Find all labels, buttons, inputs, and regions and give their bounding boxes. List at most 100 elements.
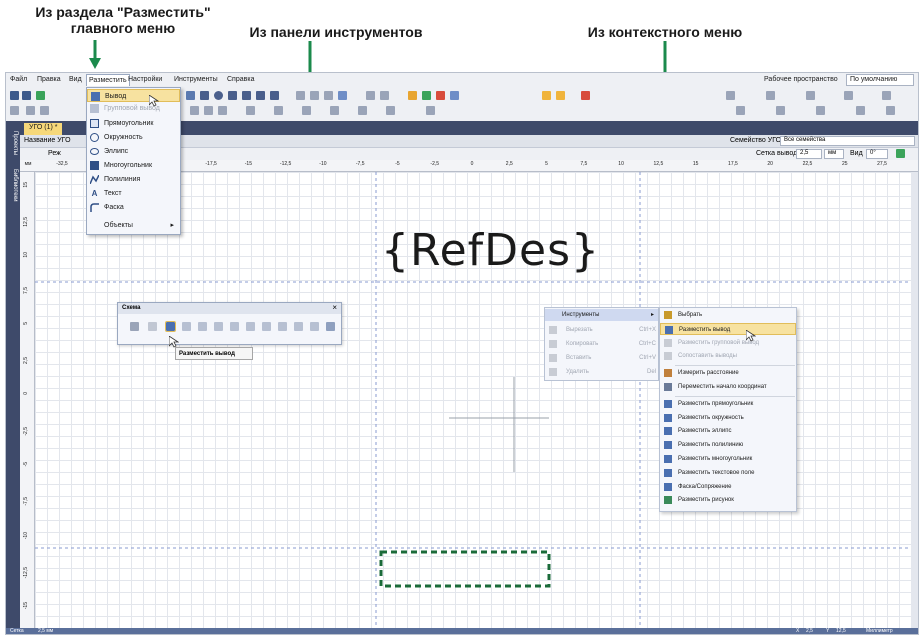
schema-select-icon[interactable] [148, 322, 157, 331]
check-icon[interactable] [36, 91, 45, 100]
tab-projects[interactable]: Проекты [8, 131, 18, 155]
menu-view[interactable]: Вид [69, 76, 82, 83]
arrange-icon[interactable] [246, 106, 255, 115]
tools-submenu-item[interactable]: Разместить групповой вывод [660, 337, 796, 349]
menu-help[interactable]: Справка [227, 76, 254, 83]
mode-label[interactable]: Реж [48, 150, 61, 157]
close-icon[interactable]: × [332, 303, 337, 312]
polyline-tool-icon[interactable] [256, 91, 265, 100]
polygon-tool-icon[interactable] [242, 91, 251, 100]
distribute-icon[interactable] [310, 91, 319, 100]
schema-polyline-icon[interactable] [294, 322, 303, 331]
place-group-pin-highlight-icon[interactable] [556, 91, 565, 100]
pin-grid-unit-select[interactable]: мм [824, 149, 844, 159]
tools-submenu-item[interactable]: Разместить рисунок [660, 494, 796, 506]
schema-match-pins-icon[interactable] [198, 322, 207, 331]
place-menu-item-pin[interactable]: Вывод [87, 89, 180, 102]
status-unit[interactable]: Миллиметр [866, 628, 893, 634]
tools-submenu-item[interactable]: Разместить вывод [660, 322, 796, 335]
schema-panel-title[interactable]: Схема [118, 303, 341, 314]
refresh-icon[interactable] [426, 106, 435, 115]
component-icon[interactable] [408, 91, 417, 100]
schema-origin-icon[interactable] [230, 322, 239, 331]
tab-ugo-document[interactable]: УГО (1) * [24, 123, 63, 135]
tab-libraries[interactable]: Библиотеки [8, 169, 18, 202]
tools-submenu-item[interactable]: Разместить окружность [660, 412, 796, 424]
save-icon[interactable] [22, 91, 31, 100]
measure-icon[interactable] [766, 91, 775, 100]
settings-icon[interactable] [776, 106, 785, 115]
undo-icon[interactable] [856, 106, 865, 115]
menu-tools[interactable]: Инструменты [174, 76, 218, 83]
workspace-select[interactable]: По умолчанию [846, 74, 914, 86]
tools-submenu-item[interactable]: Разместить прямоугольник [660, 398, 796, 410]
menu-file[interactable]: Файл [10, 76, 27, 83]
menu-settings[interactable]: Настройки [128, 76, 162, 83]
rotate-icon[interactable] [190, 106, 199, 115]
copy-icon[interactable] [26, 106, 35, 115]
cut-icon[interactable] [10, 106, 19, 115]
delete-icon[interactable] [581, 91, 590, 100]
tools-submenu-item[interactable]: Разместить многоугольник [660, 453, 796, 465]
refdes-text[interactable]: {RefDes} [381, 225, 600, 276]
find-icon[interactable] [844, 91, 853, 100]
context-item-copy[interactable]: Копировать Ctrl+C [549, 338, 656, 350]
align-icon[interactable] [296, 91, 305, 100]
properties-icon[interactable] [330, 106, 339, 115]
flip-icon[interactable] [218, 106, 227, 115]
schema-measure-icon[interactable] [214, 322, 223, 331]
tools-submenu-item[interactable]: Выбрать [660, 309, 796, 321]
menu-place[interactable]: Разместить [86, 74, 130, 86]
place-menu-item-text[interactable]: A Текст [87, 187, 180, 200]
ugo-family-select[interactable]: Все семейства [780, 136, 915, 146]
angle-select[interactable]: 0° [866, 149, 888, 159]
lock-icon[interactable] [302, 106, 311, 115]
schema-image-icon[interactable] [326, 322, 335, 331]
context-item-tools[interactable]: Инструменты ▸ [545, 309, 658, 321]
place-menu-item-chamfer[interactable]: Фаска [87, 201, 180, 214]
table-icon[interactable] [358, 106, 367, 115]
tools-submenu-item[interactable]: Разместить полилинию [660, 439, 796, 451]
place-menu-item-ellipse[interactable]: Эллипс [87, 145, 180, 158]
pin-grid-input[interactable]: 2,5 [796, 149, 822, 159]
ellipse-tool-icon[interactable] [228, 91, 237, 100]
schema-place-pin-icon[interactable] [165, 321, 176, 332]
export-icon[interactable] [386, 106, 395, 115]
tools-submenu-item[interactable]: Фаска/Сопряжение [660, 481, 796, 493]
schema-pointer-icon[interactable] [130, 322, 139, 331]
place-pin-highlight-icon[interactable] [542, 91, 551, 100]
snap-icon[interactable] [726, 91, 735, 100]
zoom-icon[interactable] [366, 91, 375, 100]
text-tool-icon[interactable] [270, 91, 279, 100]
history-icon[interactable] [816, 106, 825, 115]
rectangle-tool-icon[interactable] [200, 91, 209, 100]
schema-circle-icon[interactable] [262, 322, 271, 331]
mirror-icon[interactable] [204, 106, 213, 115]
verify-icon[interactable] [422, 91, 431, 100]
place-menu-item-polyline[interactable]: Полилиния [87, 173, 180, 186]
grid-icon[interactable] [324, 91, 333, 100]
vertical-scrollbar[interactable] [911, 172, 918, 628]
paste-icon[interactable] [40, 106, 49, 115]
order-icon[interactable] [274, 106, 283, 115]
error-icon[interactable] [436, 91, 445, 100]
redo-icon[interactable] [886, 106, 895, 115]
report-icon[interactable] [450, 91, 459, 100]
new-file-icon[interactable] [10, 91, 19, 100]
tools-submenu-item[interactable]: Разместить текстовое поле [660, 467, 796, 479]
menu-edit[interactable]: Правка [37, 76, 61, 83]
layers-icon[interactable] [338, 91, 347, 100]
schema-group-pin-icon[interactable] [182, 322, 191, 331]
place-menu-item-circle[interactable]: Окружность [87, 131, 180, 144]
tools-submenu-item[interactable]: Измерить расстояние [660, 367, 796, 379]
context-item-delete[interactable]: Удалить Del [549, 366, 656, 378]
schema-polygon-icon[interactable] [278, 322, 287, 331]
circle-tool-icon[interactable] [214, 91, 223, 100]
tools-submenu-item[interactable]: Переместить начало координат [660, 381, 796, 393]
context-item-paste[interactable]: Вставить Ctrl+V [549, 352, 656, 364]
tools-submenu-item[interactable]: Сопоставить выводы [660, 350, 796, 362]
apply-icon[interactable] [896, 149, 905, 158]
zoom-fit-icon[interactable] [380, 91, 389, 100]
context-item-cut[interactable]: Вырезать Ctrl+X [549, 324, 656, 336]
place-menu-item-group-pin[interactable]: Групповой вывод [87, 102, 180, 115]
